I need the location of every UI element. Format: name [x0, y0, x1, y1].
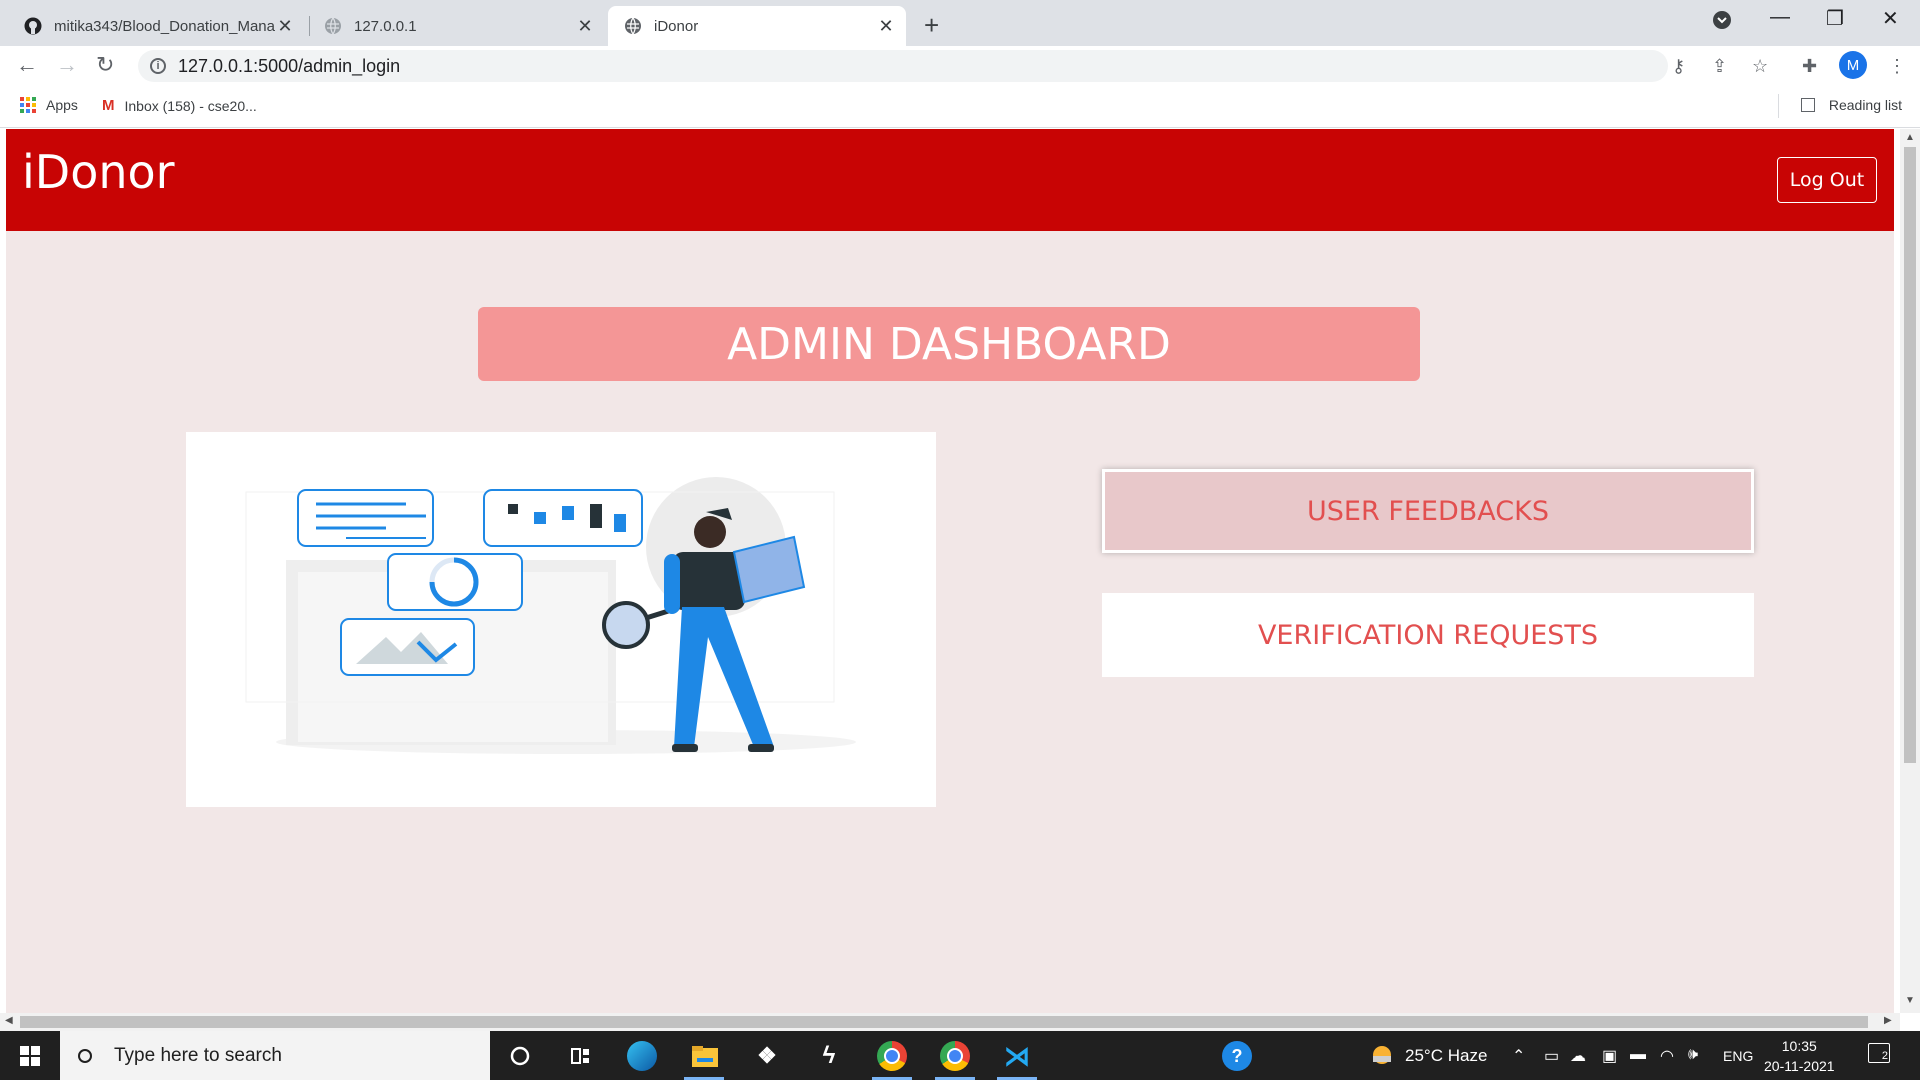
- dashboard-illustration: [186, 432, 936, 807]
- page-title: ADMIN DASHBOARD: [478, 307, 1420, 381]
- vertical-scrollbar[interactable]: ▲ ▼: [1900, 129, 1920, 1013]
- edge-icon[interactable]: [627, 1041, 657, 1071]
- weather-text[interactable]: 25°C Haze: [1405, 1046, 1487, 1066]
- tab-title: 127.0.0.1: [354, 17, 417, 35]
- reload-icon[interactable]: ↻: [96, 52, 114, 78]
- globe-icon: [624, 17, 642, 35]
- tab-title: mitika343/Blood_Donation_Management_Syst…: [54, 17, 275, 35]
- vertical-scroll-thumb[interactable]: [1904, 147, 1916, 763]
- reading-list-icon: [1800, 98, 1815, 112]
- scroll-up-icon[interactable]: ▲: [1905, 132, 1915, 143]
- clock-date: 20-11-2021: [1764, 1058, 1835, 1074]
- battery-icon[interactable]: ▬: [1630, 1046, 1646, 1064]
- chrome-profile-icon[interactable]: [940, 1041, 970, 1071]
- bookmark-label: Apps: [46, 97, 78, 113]
- bookmark-inbox[interactable]: M Inbox (158) - cse20...: [102, 97, 257, 114]
- tab-github[interactable]: mitika343/Blood_Donation_Management_Syst…: [0, 6, 305, 46]
- bookmark-divider: [1778, 94, 1779, 118]
- reading-list[interactable]: Reading list: [1800, 97, 1902, 113]
- task-view-icon[interactable]: [565, 1041, 595, 1071]
- restore-icon[interactable]: ❐: [1826, 6, 1844, 31]
- windows-taskbar: Type here to search ❖ ϟ ⋊ ? 25°C Haze ⌃ …: [0, 1031, 1920, 1080]
- browser-toolbar: ← → ↻ i 127.0.0.1:5000/admin_login ⚷ ⇪ ☆…: [0, 46, 1920, 86]
- menu-icon[interactable]: ⋮: [1888, 56, 1906, 77]
- globe-icon: [324, 17, 342, 35]
- horizontal-scroll-thumb[interactable]: [20, 1016, 1868, 1028]
- site-navbar: iDonor Log Out: [6, 129, 1894, 231]
- bookmark-star-icon[interactable]: ☆: [1752, 56, 1768, 77]
- tab-title: iDonor: [654, 17, 699, 35]
- reading-list-label: Reading list: [1828, 97, 1902, 113]
- site-info-icon[interactable]: i: [150, 58, 166, 74]
- address-bar[interactable]: i 127.0.0.1:5000/admin_login: [138, 50, 1668, 82]
- weather-sun-icon[interactable]: [1370, 1044, 1394, 1071]
- file-explorer-icon[interactable]: [690, 1041, 720, 1071]
- share-icon[interactable]: ⇪: [1712, 56, 1727, 77]
- taskbar-search[interactable]: Type here to search: [60, 1031, 490, 1080]
- close-window-icon[interactable]: ✕: [1882, 6, 1899, 31]
- close-tab-icon[interactable]: ✕: [876, 16, 896, 37]
- url-text[interactable]: 127.0.0.1:5000/admin_login: [178, 56, 400, 77]
- system-clock[interactable]: 10:35 20-11-2021: [1764, 1036, 1835, 1076]
- scroll-down-icon[interactable]: ▼: [1905, 995, 1915, 1006]
- horizontal-scrollbar[interactable]: ◀ ▶: [0, 1013, 1900, 1031]
- close-tab-icon[interactable]: ✕: [575, 16, 595, 37]
- logout-button[interactable]: Log Out: [1777, 157, 1877, 203]
- bookmarks-bar: Apps M Inbox (158) - cse20... Reading li…: [0, 86, 1920, 128]
- verification-requests-button[interactable]: VERIFICATION REQUESTS: [1102, 593, 1754, 677]
- meet-icon[interactable]: ▭: [1544, 1046, 1559, 1066]
- minimize-icon[interactable]: —: [1770, 6, 1790, 29]
- gmail-icon: M: [102, 97, 115, 114]
- site-brand[interactable]: iDonor: [22, 145, 175, 199]
- tray-chevron-icon[interactable]: ⌃: [1512, 1046, 1525, 1066]
- language-indicator[interactable]: ENG: [1723, 1048, 1753, 1064]
- wifi-icon[interactable]: ◠: [1660, 1046, 1674, 1066]
- bookmark-label: Inbox (158) - cse20...: [124, 97, 257, 114]
- onedrive-icon[interactable]: ☁: [1570, 1046, 1586, 1066]
- volume-icon[interactable]: 🕪: [1688, 1046, 1698, 1064]
- notification-count: 2: [1881, 1050, 1888, 1062]
- profile-avatar[interactable]: M: [1839, 51, 1867, 79]
- new-tab-icon[interactable]: +: [924, 10, 939, 41]
- scroll-left-icon[interactable]: ◀: [5, 1015, 13, 1026]
- search-icon: [78, 1048, 92, 1063]
- chrome-icon[interactable]: [877, 1041, 907, 1071]
- bookmark-apps[interactable]: Apps: [20, 97, 78, 113]
- close-tab-icon[interactable]: ✕: [275, 16, 295, 37]
- github-icon: [24, 17, 42, 35]
- back-icon[interactable]: ←: [16, 52, 38, 78]
- network-device-icon[interactable]: ▣: [1602, 1046, 1617, 1066]
- cortana-icon[interactable]: [505, 1041, 535, 1071]
- tab-search-icon[interactable]: [1712, 10, 1732, 36]
- help-icon[interactable]: ?: [1222, 1041, 1252, 1071]
- key-icon[interactable]: ⚷: [1672, 56, 1685, 77]
- windows-start-icon[interactable]: [20, 1046, 40, 1066]
- scroll-right-icon[interactable]: ▶: [1884, 1015, 1892, 1026]
- vscode-icon[interactable]: ⋊: [1002, 1041, 1032, 1071]
- app-icon[interactable]: ϟ: [814, 1041, 844, 1071]
- apps-grid-icon: [20, 97, 36, 113]
- browser-tabstrip: mitika343/Blood_Donation_Management_Syst…: [0, 0, 1920, 46]
- tab-localhost[interactable]: 127.0.0.1 ✕: [300, 6, 605, 46]
- clock-time: 10:35: [1781, 1038, 1817, 1054]
- notifications-icon[interactable]: 2: [1868, 1043, 1890, 1063]
- user-feedbacks-button[interactable]: USER FEEDBACKS: [1102, 469, 1754, 553]
- extensions-icon[interactable]: ✚: [1802, 56, 1817, 77]
- dropbox-icon[interactable]: ❖: [752, 1041, 782, 1071]
- page-viewport: iDonor Log Out ADMIN DASHBOARD USER FEED…: [6, 129, 1894, 1013]
- tab-idonor[interactable]: iDonor ✕: [608, 6, 906, 46]
- taskbar-search-placeholder: Type here to search: [114, 1044, 282, 1066]
- forward-icon[interactable]: →: [56, 52, 78, 78]
